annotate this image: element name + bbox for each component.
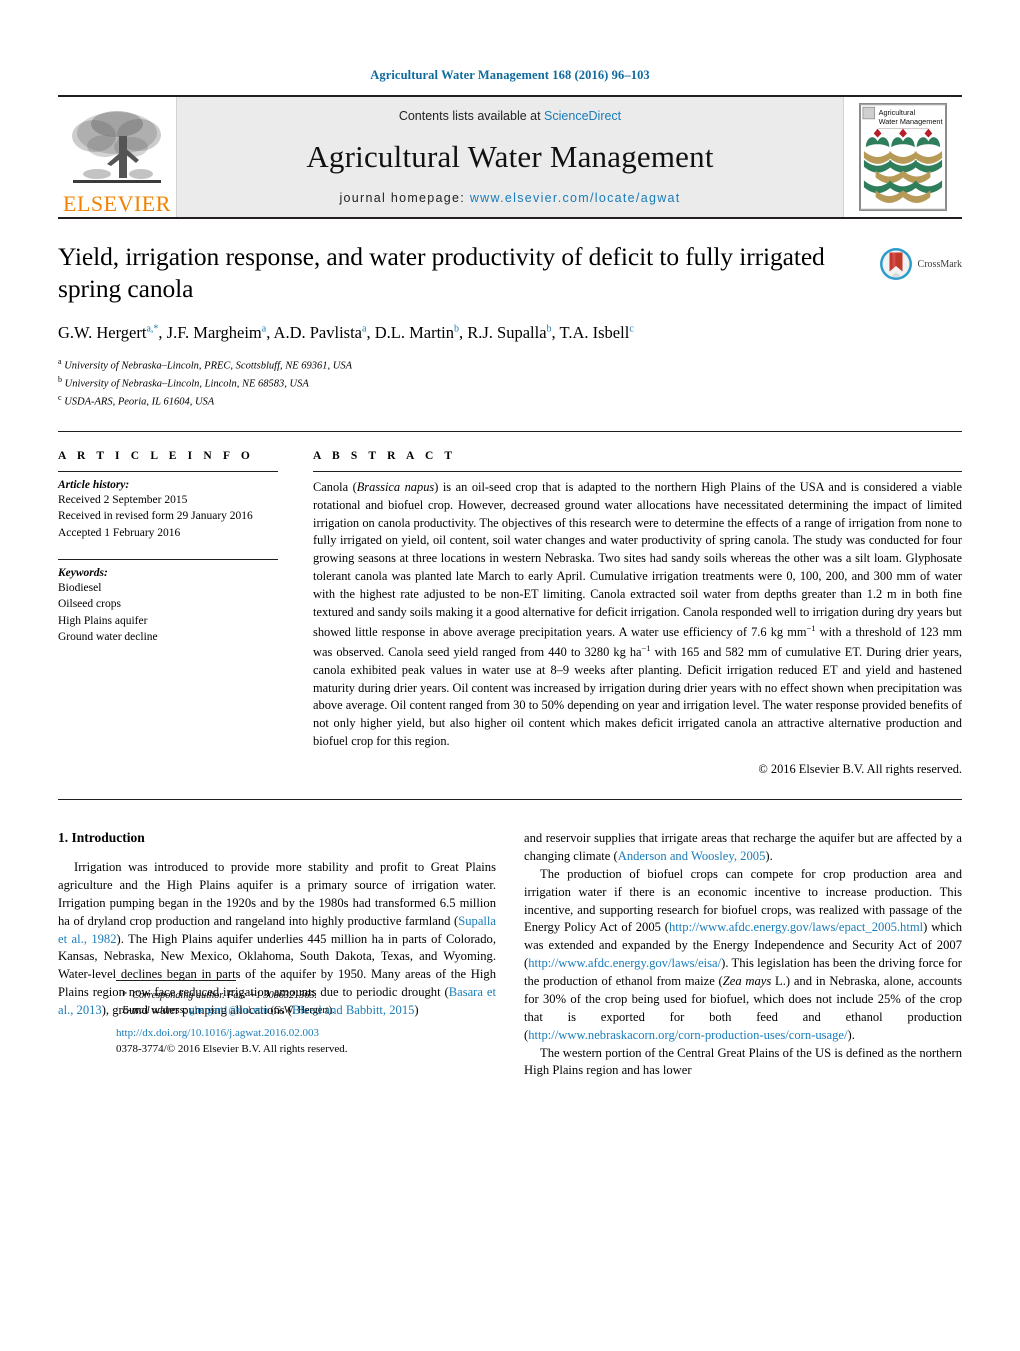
history-item: Received in revised form 29 January 2016 (58, 510, 253, 523)
intro-paragraph-right-3: The western portion of the Central Great… (524, 1045, 962, 1078)
email-note: E-mail address: ghergert1@unl.edu (G.W. … (116, 1003, 540, 1018)
abstract-heading: A B S T R A C T (313, 449, 457, 462)
crossmark-icon (879, 248, 912, 280)
abstract-copyright: © 2016 Elsevier B.V. All rights reserved… (758, 762, 962, 777)
superscript: −1 (641, 642, 651, 653)
doi-link[interactable]: http://dx.doi.org/10.1016/j.agwat.2016.0… (116, 1026, 576, 1042)
external-link[interactable]: http://www.afdc.energy.gov/laws/eisa/ (528, 956, 721, 970)
author-affiliation-mark: b (546, 323, 552, 335)
body-right-column: and reservoir supplies that irrigate are… (524, 830, 962, 1080)
external-link[interactable]: http://www.nebraskacorn.org/corn-product… (528, 1028, 847, 1042)
article-info-rule (58, 470, 278, 472)
keyword-item: Ground water decline (58, 630, 158, 643)
footnote-rule (116, 979, 236, 981)
affiliation-item: b University of Nebraska–Lincoln, Lincol… (58, 374, 309, 390)
author-name[interactable]: D.L. Martin (375, 323, 454, 342)
author-name[interactable]: R.J. Supalla (467, 323, 546, 342)
citation-link[interactable]: Anderson and Woosley, 2005 (618, 849, 766, 863)
article-history-label: Article history: (58, 478, 130, 491)
elsevier-wordmark: ELSEVIER (63, 191, 171, 216)
contents-prefix: Contents lists available at (398, 109, 545, 123)
author-name[interactable]: A.D. Pavlista (274, 323, 362, 342)
author-name[interactable]: J.F. Margheim (167, 323, 262, 342)
doi-block: http://dx.doi.org/10.1016/j.agwat.2016.0… (116, 1026, 576, 1058)
keyword-item: Biodiesel (58, 581, 102, 594)
author-affiliation-mark: c (629, 323, 634, 335)
masthead-center: Contents lists available at ScienceDirec… (176, 97, 844, 217)
body-top-rule (58, 799, 962, 801)
svg-text:Water Management: Water Management (879, 117, 943, 126)
superscript: −1 (806, 622, 816, 633)
keywords-rule (58, 558, 278, 560)
author-affiliation-mark: a (261, 323, 267, 335)
email-owner: (G.W. Hergert). (270, 1004, 335, 1016)
info-abstract-section: A R T I C L E I N F O Article history: R… (58, 432, 962, 777)
title-block: Yield, irrigation response, and water pr… (58, 219, 962, 415)
footnote-block: * Corresponding author. Fax: +1 30863213… (116, 979, 540, 1019)
page-title: Yield, irrigation response, and water pr… (58, 242, 825, 304)
article-page: Agricultural Water Management 168 (2016)… (0, 0, 1020, 1351)
elsevier-tree-icon (72, 111, 161, 183)
elsevier-logo: ELSEVIER (58, 97, 176, 217)
journal-masthead: ELSEVIER Contents lists available at Sci… (58, 95, 962, 217)
external-link[interactable]: http://www.afdc.energy.gov/laws/epact_20… (669, 920, 923, 934)
journal-title: Agricultural Water Management (306, 139, 714, 174)
article-info-heading: A R T I C L E I N F O (58, 449, 254, 462)
affiliation-item: a University of Nebraska–Lincoln, PREC, … (58, 356, 353, 372)
intro-paragraph-right-2: The production of biofuel crops can comp… (524, 866, 962, 1045)
journal-homepage-link[interactable]: www.elsevier.com/locate/agwat (470, 191, 681, 205)
affiliation-list: a University of Nebraska–Lincoln, PREC, … (58, 356, 828, 411)
history-item: Accepted 1 February 2016 (58, 526, 181, 539)
affiliation-mark: a (58, 356, 62, 366)
para-frag: ). (847, 1027, 855, 1042)
abstract-column: A B S T R A C T Canola (Brassica napus) … (313, 450, 962, 777)
journal-cover-image: Agricultural Water Management (859, 103, 947, 211)
abstract-frag: ) is an oil-seed crop that is adapted to… (313, 479, 962, 639)
author-name[interactable]: T.A. Isbell (560, 323, 630, 342)
svg-text:Agricultural: Agricultural (879, 108, 916, 117)
crossmark-label: CrossMark (917, 258, 962, 270)
para-frag: ). (765, 848, 773, 863)
history-item: Received 2 September 2015 (58, 493, 188, 506)
corresponding-author-note: * Corresponding author. Fax: +1 30863213… (116, 988, 540, 1003)
abstract-rule (313, 470, 962, 472)
contents-list-line: Contents lists available at ScienceDirec… (399, 109, 621, 123)
author-affiliation-mark: a,* (146, 323, 159, 335)
body-columns: 1. Introduction Irrigation was introduce… (58, 830, 962, 1080)
species-name: Brassica napus (356, 479, 435, 494)
keyword-item: High Plains aquifer (58, 614, 148, 627)
author-affiliation-mark: a (362, 323, 367, 335)
author-name[interactable]: G.W. Hergert (58, 323, 146, 342)
section-heading-introduction: 1. Introduction (58, 830, 145, 846)
issn-copyright: 0378-3774/© 2016 Elsevier B.V. All right… (116, 1043, 348, 1056)
affiliation-mark: c (58, 393, 62, 403)
journal-homepage-line: journal homepage: www.elsevier.com/locat… (339, 191, 680, 205)
crossmark-badge[interactable]: CrossMark (844, 241, 962, 281)
sciencedirect-link[interactable]: ScienceDirect (544, 109, 621, 123)
abstract-frag: with 165 and 582 mm of cumulative ET. Du… (313, 644, 963, 749)
author-list: G.W. Hergerta,*, J.F. Margheima, A.D. Pa… (58, 323, 634, 343)
author-affiliation-mark: b (454, 323, 459, 335)
footnote-text: Corresponding author. Fax: +1 3086321365… (132, 989, 317, 1001)
article-info-column: A R T I C L E I N F O Article history: R… (58, 450, 313, 777)
running-head: Agricultural Water Management 168 (2016)… (370, 68, 650, 82)
species-name: Zea mays (722, 974, 772, 989)
abstract-text: Canola (Brassica napus) is an oil-seed c… (313, 479, 962, 751)
abstract-frag: Canola ( (313, 479, 357, 494)
keyword-item: Oilseed crops (58, 598, 121, 611)
intro-paragraph-right-cont: and reservoir supplies that irrigate are… (524, 830, 962, 866)
para-frag: Irrigation was introduced to provide mor… (58, 860, 496, 928)
keywords-label: Keywords: (58, 566, 108, 579)
journal-cover-thumbnail: Agricultural Water Management (844, 97, 962, 217)
email-link[interactable]: ghergert1@unl.edu (190, 1005, 269, 1016)
homepage-prefix: journal homepage: (339, 191, 470, 205)
affiliation-mark: b (58, 374, 62, 384)
footnote-marker: * (122, 989, 128, 1001)
body-left-column: 1. Introduction Irrigation was introduce… (58, 830, 496, 1080)
email-label: E-mail address: (122, 1004, 187, 1016)
affiliation-item: c USDA-ARS, Peoria, IL 61604, USA (58, 393, 215, 408)
